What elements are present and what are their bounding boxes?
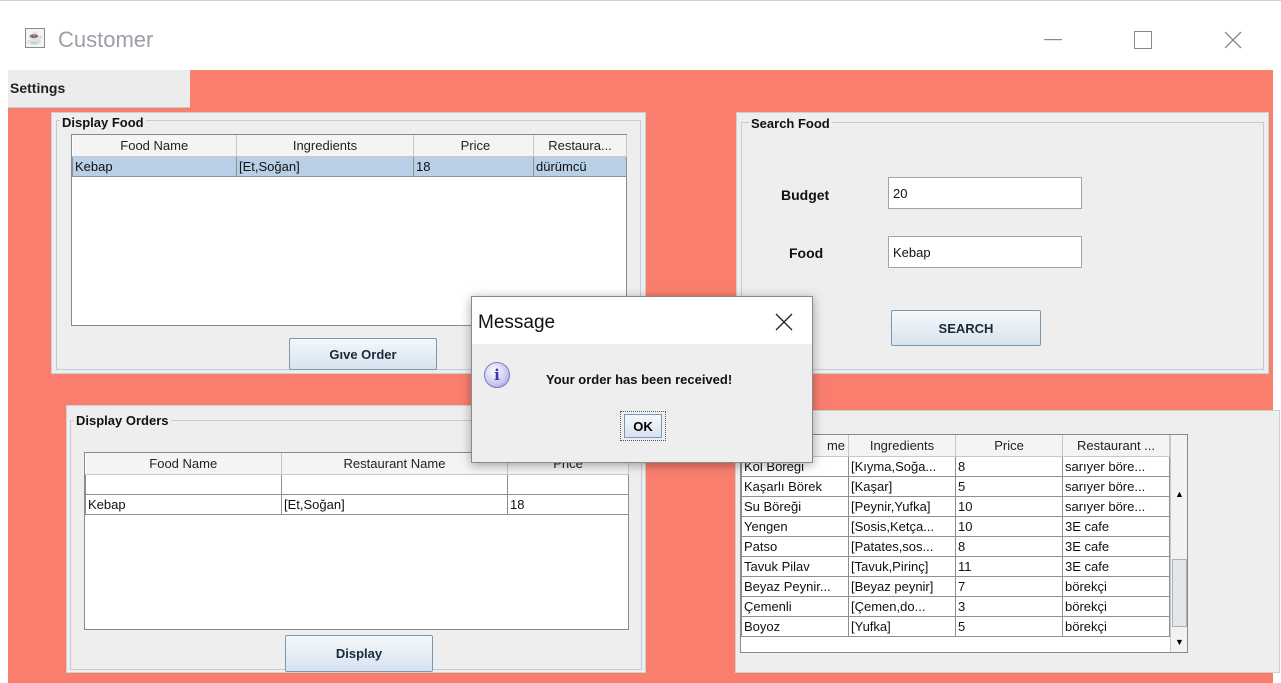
table-cell: 8 (955, 536, 1063, 557)
table-cell: 3E cafe (1062, 536, 1170, 557)
table-cell: 10 (955, 516, 1063, 537)
dialog-body (472, 344, 812, 462)
table-cell: [Et,Soğan] (236, 156, 414, 177)
table-row[interactable]: Kebap [Et,Soğan] 18 dürümcü (72, 156, 627, 177)
table-cell: 7 (955, 576, 1063, 597)
table-cell: Patso (741, 536, 849, 557)
table-row[interactable]: Beyaz Peynir... [Beyaz peynir] 7 börekçi (741, 576, 1170, 597)
minimize-button[interactable] (1030, 20, 1076, 60)
table-cell: Beyaz Peynir... (741, 576, 849, 597)
display-button[interactable]: Display (285, 635, 433, 672)
give-order-button[interactable]: Gıve Order (289, 338, 437, 370)
table-cell: Kebap (72, 156, 237, 177)
dialog-close-button[interactable] (768, 306, 800, 338)
column-header[interactable]: Price (955, 435, 1063, 457)
column-header[interactable]: Price (413, 135, 534, 157)
table-cell: [Beyaz peynir] (848, 576, 956, 597)
column-header[interactable]: Ingredients (848, 435, 956, 457)
table-cell: 5 (955, 616, 1063, 637)
table-cell: dürümcü (533, 156, 627, 177)
table-cell: Yengen (741, 516, 849, 537)
window-title: Customer (58, 27, 154, 52)
table-cell (281, 474, 508, 495)
table-cell: sarıyer böre... (1062, 456, 1170, 477)
table-cell: Kebap (85, 494, 282, 515)
table-cell: [Yufka] (848, 616, 956, 637)
table-cell: [Tavuk,Pirinç] (848, 556, 956, 577)
search-food-legend: Search Food (749, 116, 832, 131)
table-cell: Tavuk Pilav (741, 556, 849, 577)
menu-table-scrollbar[interactable]: ▲ ▼ (1170, 435, 1187, 652)
orders-table[interactable]: Food Name Restaurant Name Price Kebap [E… (84, 452, 629, 630)
table-cell: börekçi (1062, 576, 1170, 597)
table-cell: 3 (955, 596, 1063, 617)
table-cell (85, 474, 282, 495)
table-cell: [Patates,sos... (848, 536, 956, 557)
close-icon (1224, 31, 1242, 49)
table-cell: [Çemen,do... (848, 596, 956, 617)
table-row[interactable]: Kebap [Et,Soğan] 18 (85, 494, 629, 515)
table-cell: 18 (507, 494, 629, 515)
table-cell: börekçi (1062, 596, 1170, 617)
table-row[interactable] (85, 474, 629, 495)
food-table-grid: Food Name Ingredients Price Restaura... … (72, 135, 627, 177)
table-cell: Kaşarlı Börek (741, 476, 849, 497)
table-cell: sarıyer böre... (1062, 476, 1170, 497)
budget-input[interactable]: 20 (888, 177, 1082, 209)
table-cell: 11 (955, 556, 1063, 577)
close-window-button[interactable] (1210, 20, 1256, 60)
dialog-message: Your order has been received! (546, 372, 733, 387)
search-button[interactable]: SEARCH (891, 310, 1041, 346)
maximize-button[interactable] (1120, 20, 1166, 60)
column-header[interactable]: Restaura... (533, 135, 627, 157)
title-bar (0, 0, 1281, 70)
table-row[interactable]: Kaşarlı Börek [Kaşar] 5 sarıyer böre... (741, 476, 1170, 497)
info-icon: i (484, 362, 510, 388)
table-row[interactable]: Boyoz [Yufka] 5 börekçi (741, 616, 1170, 637)
table-cell: 3E cafe (1062, 556, 1170, 577)
menu-table[interactable]: me Ingredients Price Restaurant ... Kol … (740, 434, 1188, 653)
table-cell: 3E cafe (1062, 516, 1170, 537)
table-cell: [Kaşar] (848, 476, 956, 497)
table-cell: [Sosis,Ketça... (848, 516, 956, 537)
scroll-up-icon[interactable]: ▲ (1173, 487, 1186, 501)
scroll-down-icon[interactable]: ▼ (1173, 635, 1186, 649)
table-cell: 10 (955, 496, 1063, 517)
dialog-title: Message (478, 312, 556, 333)
table-cell: sarıyer böre... (1062, 496, 1170, 517)
menu-settings[interactable]: Settings (10, 80, 65, 96)
food-input[interactable]: Kebap (888, 236, 1082, 268)
menu-table-grid: me Ingredients Price Restaurant ... Kol … (741, 435, 1170, 637)
table-cell: Boyoz (741, 616, 849, 637)
table-cell: Çemenli (741, 596, 849, 617)
table-cell: 5 (955, 476, 1063, 497)
close-icon (775, 313, 793, 331)
table-cell: 18 (413, 156, 534, 177)
food-label: Food (789, 245, 824, 261)
table-cell: [Peynir,Yufka] (848, 496, 956, 517)
java-coffee-icon: ☕ (25, 28, 45, 48)
budget-label: Budget (781, 187, 830, 203)
table-cell (507, 474, 629, 495)
column-header[interactable]: Food Name (72, 135, 237, 157)
table-row[interactable]: Patso [Patates,sos... 8 3E cafe (741, 536, 1170, 557)
column-header[interactable]: Food Name (85, 453, 282, 475)
table-cell: 8 (955, 456, 1063, 477)
table-cell: börekçi (1062, 616, 1170, 637)
table-row[interactable]: Tavuk Pilav [Tavuk,Pirinç] 11 3E cafe (741, 556, 1170, 577)
ok-button[interactable]: OK (624, 414, 662, 438)
table-cell: [Et,Soğan] (281, 494, 508, 515)
table-row[interactable]: Çemenli [Çemen,do... 3 börekçi (741, 596, 1170, 617)
scroll-thumb[interactable] (1172, 559, 1187, 627)
table-cell: [Kıyma,Soğa... (848, 456, 956, 477)
table-row[interactable]: Yengen [Sosis,Ketça... 10 3E cafe (741, 516, 1170, 537)
column-header[interactable]: Restaurant ... (1062, 435, 1170, 457)
column-header[interactable]: Ingredients (236, 135, 414, 157)
table-cell: Su Böreği (741, 496, 849, 517)
display-orders-legend: Display Orders (74, 413, 171, 428)
table-row[interactable]: Su Böreği [Peynir,Yufka] 10 sarıyer böre... (741, 496, 1170, 517)
display-food-legend: Display Food (60, 115, 146, 130)
